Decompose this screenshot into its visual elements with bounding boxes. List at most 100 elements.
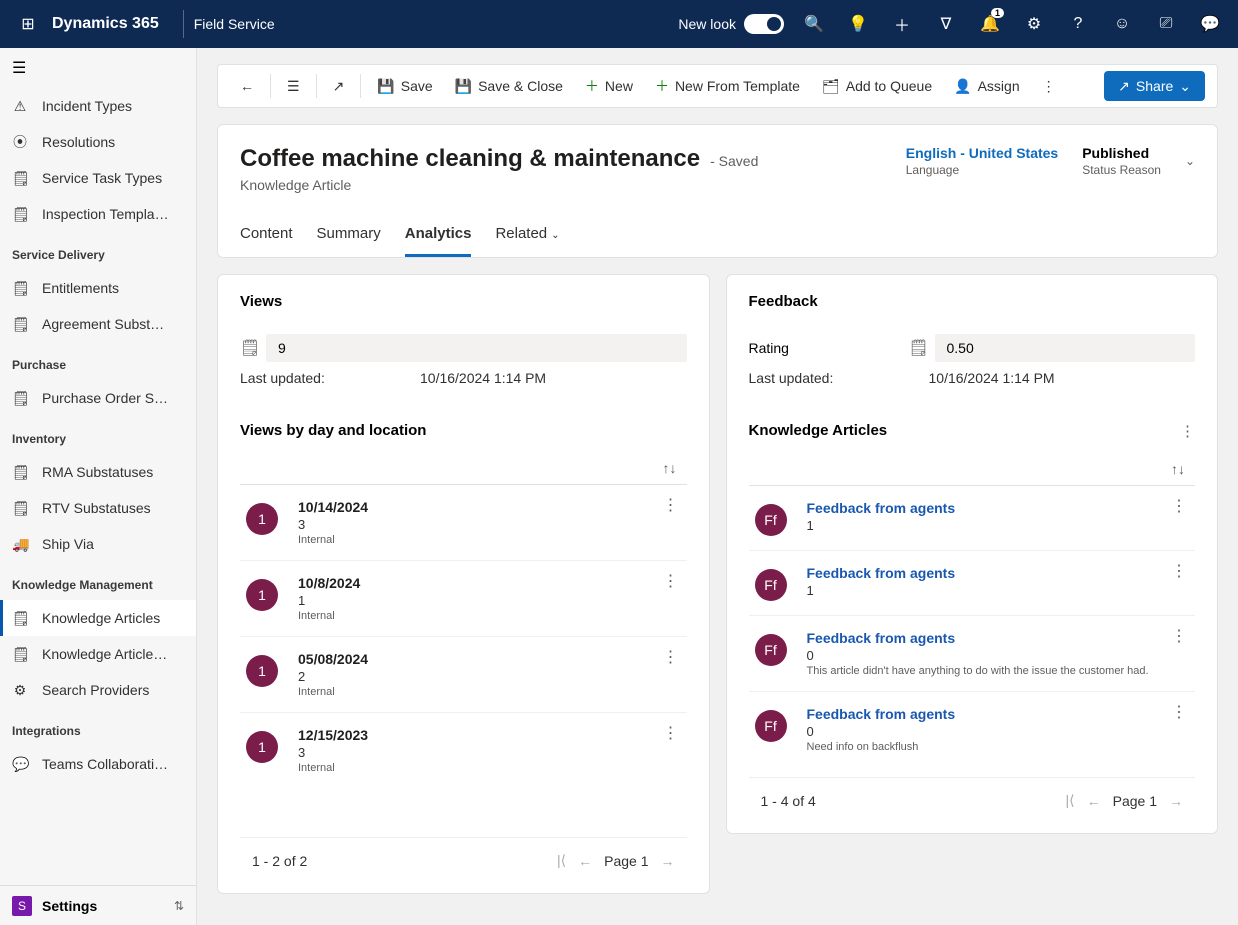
open-icon[interactable]: ↗ [323,70,355,102]
hamburger-icon[interactable]: ☰ [0,48,196,88]
item-more-icon[interactable]: ⋮ [663,647,679,667]
rating-value[interactable]: 0.50 [935,334,1196,362]
sidebar-item-label: Search Providers [42,682,149,698]
item-source: Internal [298,534,681,546]
waffle-icon[interactable]: ⊞ [8,14,48,34]
item-comment: Need info on backflush [807,741,1190,753]
search-icon[interactable]: 🔍 [794,0,834,48]
item-title[interactable]: Feedback from agents [807,630,1190,646]
item-title[interactable]: Feedback from agents [807,565,1190,581]
checklist-icon[interactable]: ☰ [277,70,310,102]
sidebar-section: Integrations [0,708,196,746]
item-more-icon[interactable]: ⋮ [663,723,679,743]
new-template-button[interactable]: ＋New From Template [645,70,810,102]
filter-icon[interactable]: ∇ [926,0,966,48]
smile-icon[interactable]: ☺ [1102,0,1142,48]
tab-related[interactable]: Related⌄ [495,217,559,257]
sidebar-item[interactable]: 🚚Ship Via [0,526,196,562]
item-more-icon[interactable]: ⋮ [1171,626,1187,646]
back-button[interactable]: ← [230,70,264,102]
item-title[interactable]: Feedback from agents [807,706,1190,722]
next-page-icon[interactable]: → [1169,793,1183,809]
assign-button[interactable]: 👤Assign [944,70,1029,102]
teams-icon[interactable]: ⎚ [1146,0,1186,48]
chevron-down-icon[interactable]: ⌄ [1185,154,1195,168]
item-badge: 1 [246,731,278,763]
sidebar-item[interactable]: 🗒RMA Substatuses [0,454,196,490]
item-source: Internal [298,610,681,622]
views-list-item[interactable]: 1 10/8/2024 1 Internal ⋮ [240,561,687,637]
sort-icon[interactable]: ↑↓ [663,460,677,476]
prev-page-icon[interactable]: ← [1087,793,1101,809]
item-more-icon[interactable]: ⋮ [663,571,679,591]
prev-page-icon[interactable]: ← [578,853,592,869]
item-badge: 1 [246,503,278,535]
sidebar-item[interactable]: 🗒Entitlements [0,270,196,306]
sidebar-item[interactable]: 🗒Purchase Order S… [0,380,196,416]
views-list-item[interactable]: 1 10/14/2024 3 Internal ⋮ [240,485,687,561]
sidebar-section: Inventory [0,416,196,454]
feedback-list-item[interactable]: Ff Feedback from agents 0Need info on ba… [749,692,1196,767]
topnav-actions: New look 🔍 💡 ＋ ∇ 🔔1 ⚙ ? ☺ ⎚ 💬 [678,0,1230,48]
tab-summary[interactable]: Summary [317,217,381,257]
chevron-updown-icon: ⇅ [174,899,184,913]
overflow-icon[interactable]: ⋮ [1032,70,1066,102]
first-page-icon[interactable]: |⟨ [557,852,566,869]
nav-divider [183,10,184,38]
sidebar-item[interactable]: 🗒Service Task Types [0,160,196,196]
sidebar-item[interactable]: 🗒Agreement Subst… [0,306,196,342]
views-count[interactable]: 9 [266,334,687,362]
item-score: 1 [807,583,1190,598]
sidebar-item[interactable]: ⚙Search Providers [0,672,196,708]
plus-icon[interactable]: ＋ [882,0,922,48]
sidebar: ☰ ⚠Incident Types⦿Resolutions🗒Service Ta… [0,48,197,925]
add-queue-button[interactable]: 🗂Add to Queue [812,70,942,102]
tab-analytics[interactable]: Analytics [405,217,472,257]
language-value[interactable]: English - United States [906,145,1058,161]
views-list-item[interactable]: 1 05/08/2024 2 Internal ⋮ [240,637,687,713]
feedback-list-item[interactable]: Ff Feedback from agents 1⋮ [749,551,1196,616]
share-icon: ↗ [1118,78,1130,95]
save-close-button[interactable]: 💾Save & Close [445,70,573,102]
lightbulb-icon[interactable]: 💡 [838,0,878,48]
last-updated-value: 10/16/2024 1:14 PM [420,370,546,386]
sidebar-item[interactable]: 🗒Inspection Templa… [0,196,196,232]
sidebar-item[interactable]: ⚠Incident Types [0,88,196,124]
feedback-list-item[interactable]: Ff Feedback from agents 0This article di… [749,616,1196,692]
item-title[interactable]: Feedback from agents [807,500,1190,516]
views-list-item[interactable]: 1 12/15/2023 3 Internal ⋮ [240,713,687,788]
last-updated-value: 10/16/2024 1:14 PM [929,370,1055,386]
sidebar-item[interactable]: 🗒RTV Substatuses [0,490,196,526]
item-more-icon[interactable]: ⋮ [1171,561,1187,581]
chevron-down-icon: ⌄ [1179,78,1191,95]
notifications-icon[interactable]: 🔔1 [970,0,1010,48]
sidebar-item[interactable]: 🗒Knowledge Articles [0,600,196,636]
status-value: Published [1082,145,1161,161]
share-button[interactable]: ↗Share⌄ [1104,71,1205,101]
tab-content[interactable]: Content [240,217,293,257]
item-more-icon[interactable]: ⋮ [663,495,679,515]
feedback-list-item[interactable]: Ff Feedback from agents 1⋮ [749,486,1196,551]
item-badge: Ff [755,710,787,742]
area-switcher[interactable]: S Settings ⇅ [0,885,196,925]
sort-icon[interactable]: ↑↓ [1171,461,1185,477]
help-icon[interactable]: ? [1058,0,1098,48]
new-look-toggle[interactable]: New look [678,14,784,34]
item-more-icon[interactable]: ⋮ [1171,496,1187,516]
settings-gear-icon[interactable]: ⚙ [1014,0,1054,48]
save-button[interactable]: 💾Save [367,70,442,102]
app-name[interactable]: Field Service [194,16,275,32]
first-page-icon[interactable]: |⟨ [1066,792,1075,809]
section-more-icon[interactable]: ⋮ [1180,422,1195,440]
sidebar-item[interactable]: 💬Teams Collaborati… [0,746,196,782]
chat-icon[interactable]: 💬 [1190,0,1230,48]
item-source: Internal [298,686,681,698]
toggle-icon[interactable] [744,14,784,34]
item-date: 10/14/2024 [298,499,681,515]
item-more-icon[interactable]: ⋮ [1171,702,1187,722]
new-button[interactable]: ＋New [575,70,643,102]
sidebar-section: Service Delivery [0,232,196,270]
next-page-icon[interactable]: → [661,853,675,869]
sidebar-item[interactable]: ⦿Resolutions [0,124,196,160]
sidebar-item[interactable]: 🗒Knowledge Article… [0,636,196,672]
